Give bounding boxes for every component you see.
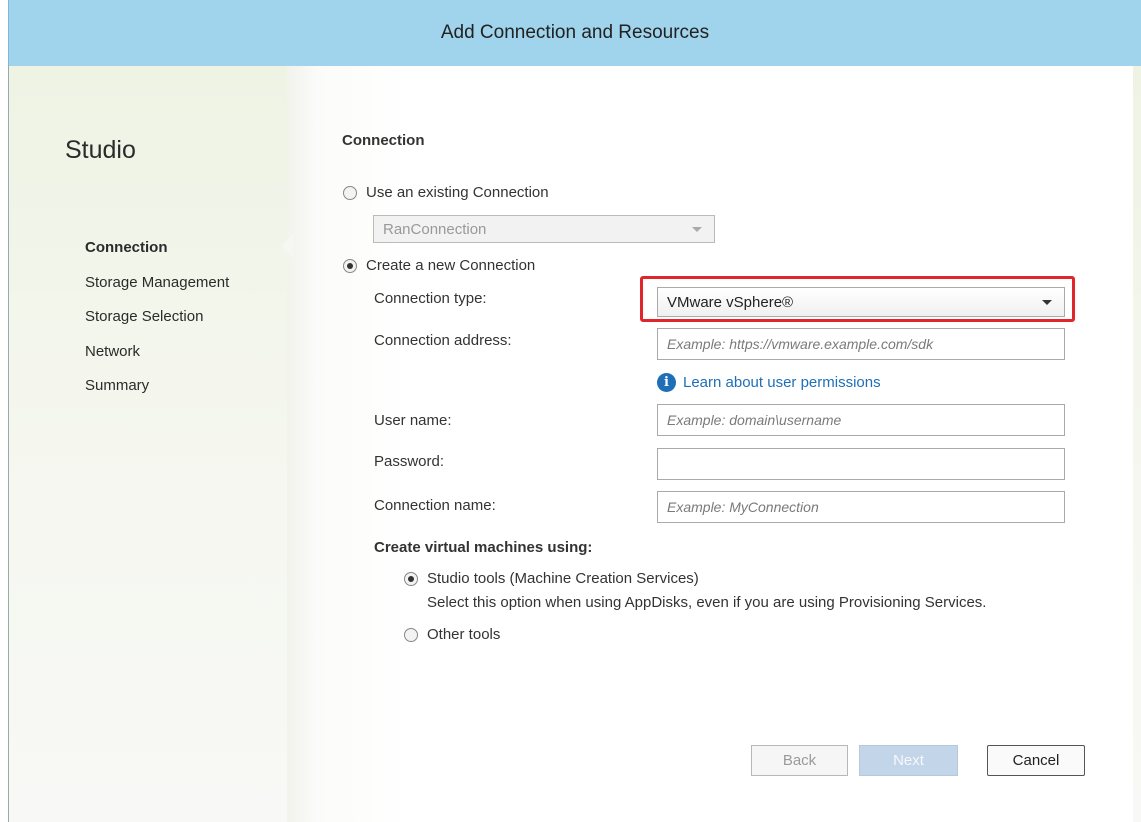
step-storage-management[interactable]: Storage Management (85, 273, 229, 308)
active-step-pointer (281, 234, 293, 258)
step-summary[interactable]: Summary (85, 376, 229, 411)
create-new-radio[interactable] (343, 259, 357, 273)
connection-address-input[interactable]: Example: https://vmware.example.com/sdk (657, 328, 1065, 360)
cancel-button[interactable]: Cancel (987, 745, 1085, 776)
content-panel (287, 66, 1133, 822)
user-name-input[interactable]: Example: domain\username (657, 404, 1065, 436)
user-name-label: User name: (374, 412, 452, 429)
chevron-down-icon (692, 227, 702, 232)
studio-brand: Studio (65, 136, 136, 164)
existing-connection-select: RanConnection (373, 215, 715, 243)
connection-type-label: Connection type: (374, 290, 487, 307)
section-title: Connection (342, 132, 425, 149)
connection-name-placeholder: Example: MyConnection (667, 499, 819, 515)
step-connection[interactable]: Connection (85, 238, 229, 273)
studio-tools-description: Select this option when using AppDisks, … (427, 594, 987, 611)
wizard-steps-nav: Connection Storage Management Storage Se… (85, 238, 229, 411)
existing-connection-value: RanConnection (383, 221, 487, 238)
info-icon: i (657, 373, 676, 392)
password-input[interactable] (657, 448, 1065, 480)
connection-address-placeholder: Example: https://vmware.example.com/sdk (667, 336, 934, 352)
use-existing-radio[interactable] (343, 186, 357, 200)
studio-tools-radio[interactable] (404, 572, 418, 586)
next-button[interactable]: Next (859, 745, 958, 776)
back-button[interactable]: Back (751, 745, 848, 776)
vm-creation-heading: Create virtual machines using: (374, 539, 593, 556)
step-storage-selection[interactable]: Storage Selection (85, 307, 229, 342)
use-existing-label[interactable]: Use an existing Connection (366, 184, 549, 201)
permissions-link-text[interactable]: Learn about user permissions (683, 374, 881, 391)
permissions-link[interactable]: i Learn about user permissions (657, 373, 881, 392)
annotation-highlight-box (640, 276, 1075, 322)
window-title: Add Connection and Resources (440, 22, 710, 43)
connection-address-label: Connection address: (374, 332, 512, 349)
connection-name-input[interactable]: Example: MyConnection (657, 491, 1065, 523)
password-label: Password: (374, 453, 445, 470)
user-name-placeholder: Example: domain\username (667, 412, 842, 428)
connection-name-label: Connection name: (374, 497, 496, 514)
other-tools-label[interactable]: Other tools (427, 626, 500, 643)
window-title-bar: Add Connection and Resources (8, 0, 1141, 66)
studio-tools-label[interactable]: Studio tools (Machine Creation Services) (427, 570, 699, 587)
create-new-label[interactable]: Create a new Connection (366, 257, 535, 274)
step-network[interactable]: Network (85, 342, 229, 377)
other-tools-radio[interactable] (404, 628, 418, 642)
